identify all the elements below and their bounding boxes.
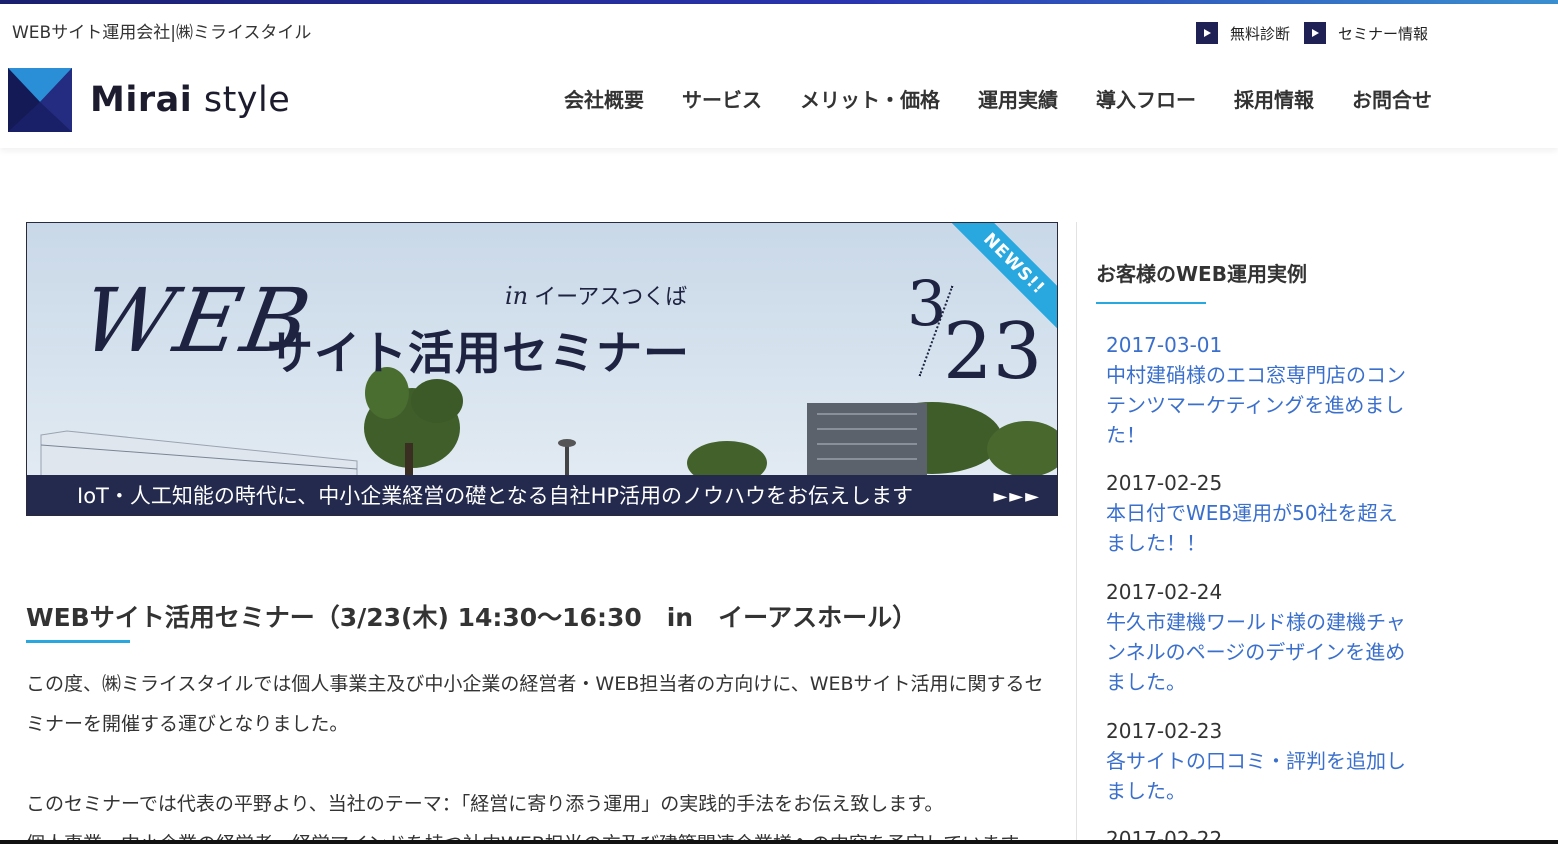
case-link[interactable]: 中村建硝様のエコ窓専門店のコンテンツマーケティングを進めました！ bbox=[1106, 360, 1416, 450]
main-nav: 会社概要 サービス メリット・価格 運用実績 導入フロー 採用情報 お問合せ bbox=[564, 84, 1432, 113]
case-item[interactable]: 2017-02-23 各サイトの口コミ・評判を追加しました。 bbox=[1106, 716, 1416, 806]
case-date: 2017-02-24 bbox=[1106, 580, 1223, 604]
article-title: WEBサイト活用セミナー（3/23(木) 14:30〜16:30 in イーアス… bbox=[26, 603, 918, 632]
article-paragraph-1: この度、㈱ミライスタイルでは個人事業主及び中小企業の経営者・WEB担当者の方向け… bbox=[26, 673, 1044, 735]
seminar-banner[interactable]: WEB in イーアスつくば サイト活用セミナー 3 23 NEWS!! IoT・… bbox=[26, 222, 1058, 516]
nav-services[interactable]: サービス bbox=[682, 84, 762, 113]
site-tagline: WEBサイト運用会社|㈱ミライスタイル bbox=[12, 23, 312, 43]
site-header: WEBサイト運用会社|㈱ミライスタイル 無料診断 セミナー情報 Mirai st… bbox=[0, 4, 1558, 148]
news-ribbon-label: NEWS!! bbox=[947, 223, 1057, 333]
case-item[interactable]: 2017-02-25 本日付でWEB運用が50社を超えました！！ bbox=[1106, 468, 1416, 558]
banner-caption-strip: IoT・人工知能の時代に、中小企業経営の礎となる自社HP活用のノウハウをお伝えし… bbox=[27, 475, 1057, 515]
banner-title: サイト活用セミナー bbox=[267, 326, 690, 380]
sidebar-divider bbox=[1076, 222, 1077, 844]
case-item[interactable]: 2017-03-01 中村建硝様のエコ窓専門店のコンテンツマーケティングを進めま… bbox=[1106, 330, 1416, 450]
article-paragraph-2: このセミナーでは代表の平野より、当社のテーマ：「経営に寄り添う運用」の実践的手法… bbox=[26, 793, 944, 815]
site-logo[interactable]: Mirai style bbox=[8, 68, 290, 132]
banner-caption: IoT・人工知能の時代に、中小企業経営の礎となる自社HP活用のノウハウをお伝えし… bbox=[77, 484, 914, 508]
play-triangle-icon bbox=[1303, 22, 1326, 44]
window-bottom-edge bbox=[0, 840, 1558, 844]
nav-flow[interactable]: 導入フロー bbox=[1096, 84, 1196, 113]
free-diagnosis-link[interactable]: 無料診断 bbox=[1195, 22, 1290, 44]
case-item[interactable]: 2017-02-24 牛久市建機ワールド様の建機チャンネルのページのデザインを進… bbox=[1106, 577, 1416, 697]
sidebar-title-underline bbox=[1096, 302, 1206, 304]
banner-date-month: 3 bbox=[907, 267, 947, 340]
banner-arrows-icon: ►►► bbox=[993, 486, 1041, 507]
seminar-info-link[interactable]: セミナー情報 bbox=[1303, 22, 1428, 44]
case-link[interactable]: 各サイトの口コミ・評判を追加しました。 bbox=[1106, 746, 1416, 806]
case-date: 2017-02-25 bbox=[1106, 471, 1223, 495]
nav-company[interactable]: 会社概要 bbox=[564, 84, 644, 113]
play-triangle-icon bbox=[1195, 22, 1218, 44]
nav-merits-pricing[interactable]: メリット・価格 bbox=[800, 84, 940, 113]
case-link[interactable]: 本日付でWEB運用が50社を超えました！！ bbox=[1106, 498, 1416, 558]
case-link[interactable]: 牛久市建機ワールド様の建機チャンネルのページのデザインを進めました。 bbox=[1106, 607, 1416, 697]
banner-venue: in イーアスつくば bbox=[505, 282, 688, 310]
nav-results[interactable]: 運用実績 bbox=[978, 84, 1058, 113]
sidebar-title: お客様のWEB運用実例 bbox=[1096, 262, 1307, 286]
seminar-info-label: セミナー情報 bbox=[1337, 24, 1428, 43]
nav-recruit[interactable]: 採用情報 bbox=[1234, 84, 1314, 113]
nav-contact[interactable]: お問合せ bbox=[1352, 84, 1432, 113]
case-date: 2017-03-01 bbox=[1106, 333, 1223, 357]
logo-wordmark: Mirai style bbox=[90, 80, 291, 120]
news-ribbon: NEWS!! bbox=[947, 223, 1057, 333]
article-title-underline bbox=[26, 640, 130, 643]
utility-links: 無料診断 セミナー情報 bbox=[1195, 22, 1428, 44]
free-diagnosis-label: 無料診断 bbox=[1229, 24, 1290, 43]
logo-mark-icon bbox=[8, 68, 72, 132]
case-date: 2017-02-23 bbox=[1106, 719, 1223, 743]
main-content: WEB in イーアスつくば サイト活用セミナー 3 23 NEWS!! IoT・… bbox=[26, 222, 1058, 844]
